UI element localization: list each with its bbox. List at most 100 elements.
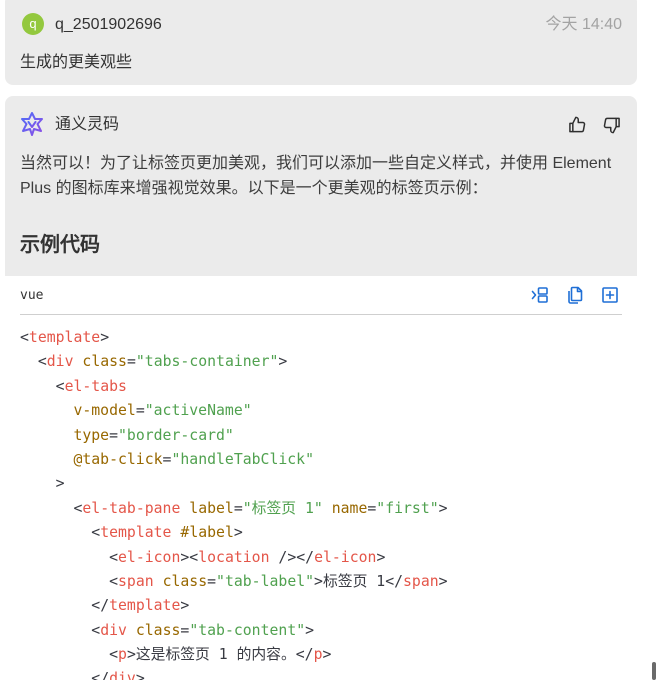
code-token: 标签页 1	[322, 572, 386, 590]
code-token: <	[91, 621, 101, 639]
code-token: >	[126, 646, 136, 664]
code-token: <	[37, 353, 47, 371]
code-token: <	[189, 548, 199, 566]
code-token: "border-card"	[118, 426, 234, 444]
new-file-button[interactable]	[600, 285, 620, 305]
username: q_2501902696	[55, 16, 162, 33]
code-token: "tab-content"	[189, 621, 306, 639]
code-line: <el-icon><location /></el-icon>	[20, 546, 620, 570]
copy-code-button[interactable]	[565, 285, 585, 305]
code-token: "handleTabClick"	[171, 450, 315, 468]
code-token: </	[295, 646, 314, 664]
code-token: <	[20, 329, 29, 346]
thumbs-up-icon	[567, 115, 587, 135]
dislike-button[interactable]	[602, 115, 622, 135]
code-token: </	[296, 548, 315, 566]
code-language-label: vue	[20, 288, 44, 303]
code-line: @tab-click="handleTabClick"	[20, 448, 620, 472]
code-token: type	[73, 426, 110, 444]
copy-icon	[565, 285, 585, 305]
user-avatar: q	[22, 13, 44, 35]
code-token: />	[278, 548, 297, 566]
code-line: type="border-card"	[20, 424, 620, 448]
code-token: </	[91, 670, 110, 680]
code-line: <div class="tabs-container">	[20, 350, 620, 374]
code-token: div	[109, 670, 136, 680]
code-block: vue <template> <div class="tabs-containe…	[5, 276, 637, 680]
code-token: el-icon	[314, 548, 377, 566]
code-token: >	[438, 572, 448, 590]
code-token: el-tab-pane	[82, 499, 181, 517]
chat-panel: q q_2501902696 今天 14:40 生成的更美观些 通义灵码 当然可…	[0, 0, 657, 680]
scrollbar-thumb[interactable]	[652, 662, 656, 680]
like-button[interactable]	[567, 115, 587, 135]
code-token: >	[180, 548, 190, 566]
assistant-message-card: 通义灵码 当然可以！为了让标签页更加美观，我们可以添加一些自定义样式，并使用 E	[5, 96, 637, 680]
section-heading: 示例代码	[20, 234, 100, 256]
code-token: =	[207, 572, 217, 590]
code-token: <	[109, 572, 119, 590]
code-token: =	[233, 499, 243, 517]
code-line: </div>	[20, 667, 620, 679]
code-token: class	[135, 621, 181, 639]
code-token: >	[100, 329, 110, 346]
thumbs-down-icon	[602, 115, 622, 135]
code-token: =	[180, 621, 190, 639]
code-token: template	[100, 524, 172, 542]
code-token: >	[233, 524, 243, 542]
code-line: <template #label>	[20, 521, 620, 545]
code-token: 这是标签页 1 的内容。	[135, 646, 296, 664]
code-token: p	[313, 646, 323, 664]
assistant-name: 通义灵码	[55, 116, 120, 133]
code-token: div	[46, 353, 74, 371]
code-line: <div class="tab-content">	[20, 619, 620, 643]
code-token: el-icon	[118, 548, 181, 566]
code-token: "标签页 1"	[242, 499, 323, 517]
code-line: <el-tab-pane label="标签页 1" name="first">	[20, 497, 620, 521]
code-token: >	[305, 621, 315, 639]
insert-code-button[interactable]	[530, 285, 550, 305]
assistant-intro-text: 当然可以！为了让标签页更加美观，我们可以添加一些自定义样式，并使用 Elemen…	[20, 155, 612, 197]
code-line: >	[20, 472, 620, 496]
code-line: <p>这是标签页 1 的内容。</p>	[20, 643, 620, 667]
code-token: >	[135, 670, 145, 680]
code-token: =	[367, 499, 377, 517]
code-token: #label	[180, 524, 234, 542]
code-token: >	[322, 646, 332, 664]
code-token: label	[189, 499, 234, 517]
code-token: "tab-label"	[216, 572, 315, 590]
code-token: class	[82, 353, 127, 371]
user-message-card: q q_2501902696 今天 14:40 生成的更美观些	[5, 0, 637, 85]
code-header-divider	[20, 314, 622, 315]
code-token: </	[91, 597, 110, 615]
code-token: <	[91, 524, 101, 542]
code-token: <	[109, 548, 119, 566]
code-token: "tabs-container"	[135, 353, 279, 371]
code-line: v-model="activeName"	[20, 399, 620, 423]
code-line: <span class="tab-label">标签页 1</span>	[20, 570, 620, 594]
code-token: =	[109, 426, 119, 444]
code-token: template	[28, 329, 101, 346]
code-token: <	[55, 377, 65, 395]
code-token: >	[278, 353, 288, 371]
insert-code-icon	[530, 285, 550, 305]
code-content[interactable]: <template> <div class="tabs-container"> …	[20, 326, 620, 680]
code-line: <template>	[20, 326, 620, 350]
code-token: div	[100, 621, 127, 639]
code-token: <	[109, 646, 119, 664]
code-token: @tab-click	[73, 450, 163, 468]
